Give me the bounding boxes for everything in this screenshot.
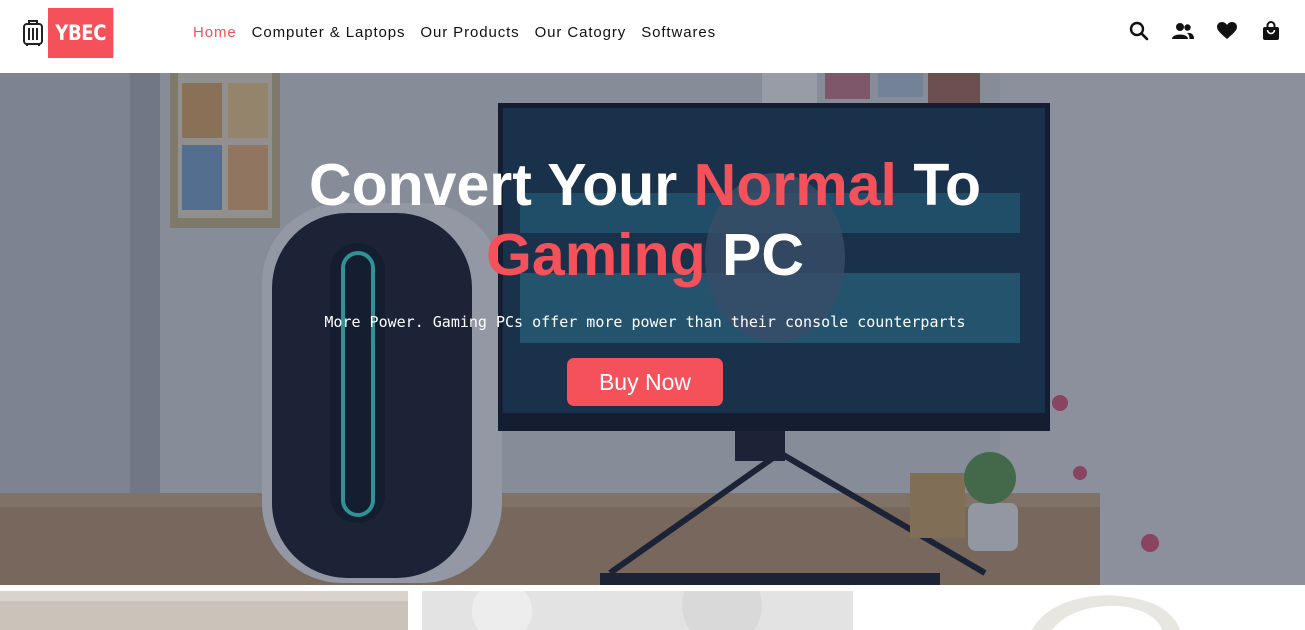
product-card-3[interactable]: [862, 591, 1305, 630]
wishlist-heart-icon[interactable]: [1216, 20, 1238, 42]
product-card-1-image: [0, 591, 408, 630]
account-icon[interactable]: [1172, 20, 1194, 42]
shopping-bag-logo-icon[interactable]: [22, 19, 44, 47]
nav-item-home[interactable]: Home: [193, 22, 237, 44]
hero-title-line-2: Gaming PC: [486, 222, 804, 288]
search-icon[interactable]: [1128, 20, 1150, 42]
hero-title-accent-gaming: Gaming: [486, 222, 706, 288]
shopping-bag-icon[interactable]: [1260, 20, 1282, 42]
main-nav: Home Computer & Laptops Our Products Our…: [193, 22, 731, 44]
brand-logo[interactable]: YBEC: [48, 8, 114, 58]
product-card-1[interactable]: [0, 591, 408, 630]
hero-title-accent-normal: Normal: [693, 152, 897, 218]
site-header: YBEC Home Computer & Laptops Our Product…: [0, 0, 1305, 73]
product-card-2[interactable]: [422, 591, 853, 630]
hero-banner: Convert Your Normal To Gaming PC More Po…: [0, 73, 1305, 585]
product-card-2-image: [422, 591, 853, 630]
nav-item-computer-laptops[interactable]: Computer & Laptops: [252, 22, 406, 44]
nav-item-our-category[interactable]: Our Catogry: [535, 22, 627, 44]
hero-subtitle: More Power. Gaming PCs offer more power …: [324, 313, 966, 331]
buy-now-button[interactable]: Buy Now: [567, 358, 723, 406]
nav-item-our-products[interactable]: Our Products: [420, 22, 519, 44]
nav-item-softwares[interactable]: Softwares: [641, 22, 716, 44]
product-card-3-image: [1032, 595, 1180, 630]
hero-title-line-1: Convert Your Normal To: [308, 152, 982, 218]
